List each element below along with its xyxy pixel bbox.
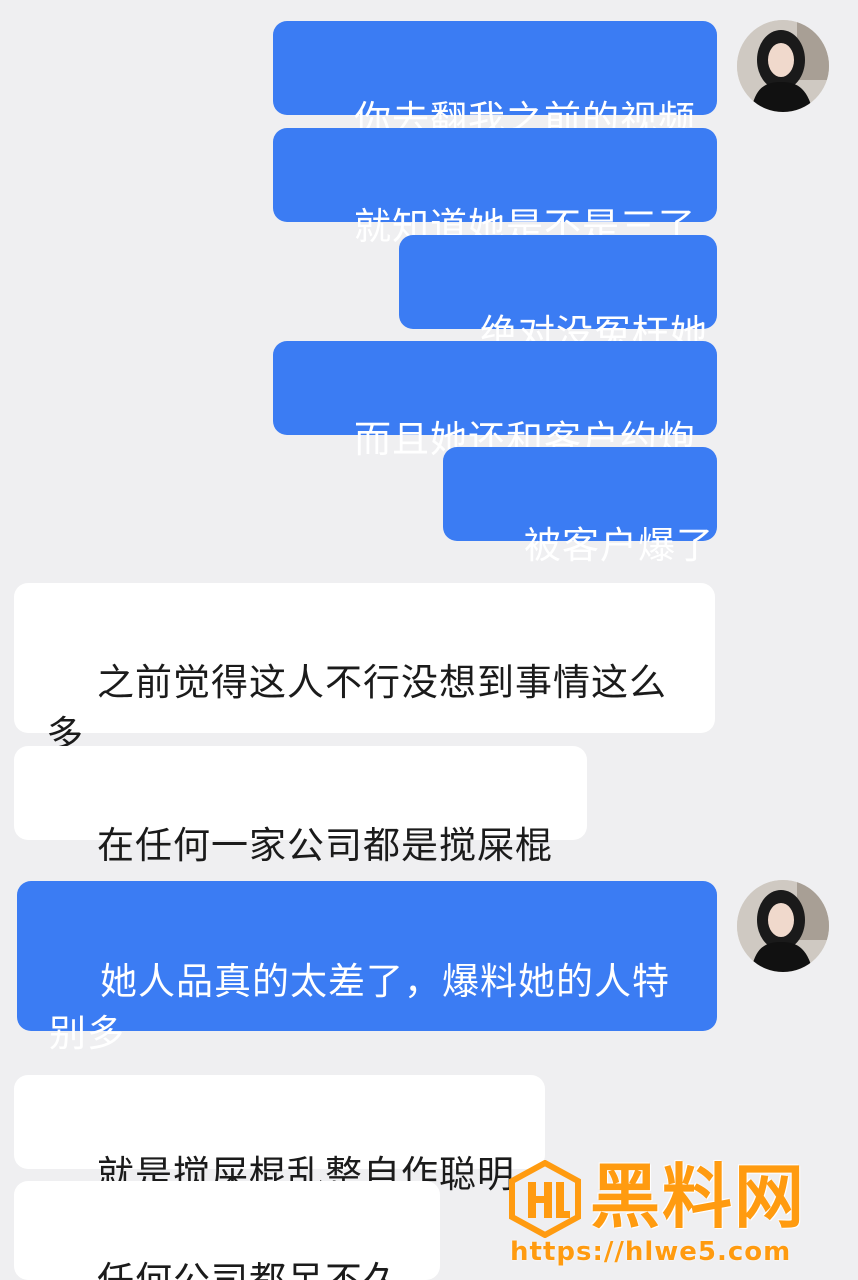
user-avatar-icon[interactable] [737, 20, 829, 112]
watermark-brand: 黑料网 [590, 1156, 806, 1238]
message-text: 任何公司都呆不久、 [97, 1259, 439, 1280]
message-bubble-outgoing[interactable]: 就知道她是不是三了 [273, 128, 717, 248]
hl-logo-icon [506, 1159, 584, 1239]
message-text: 被客户爆了 [524, 524, 715, 567]
message-bubble-incoming[interactable]: 就是搅屎棍乱整自作聪明 [14, 1075, 545, 1196]
message-bubble-incoming[interactable]: 之前觉得这人不行没想到事情这么多 [14, 583, 715, 756]
message-bubble-outgoing[interactable]: 她人品真的太差了，爆料她的人特别多 [17, 881, 717, 1055]
chat-screen: 你去翻我之前的视频 就知道她是不是三了 绝对没冤枉她 而且她还和客户约炮 被客户… [0, 0, 858, 1280]
message-text: 她人品真的太差了，爆料她的人特别多 [49, 960, 671, 1055]
watermark-url: https://hlwe5.com [510, 1237, 792, 1267]
message-bubble-incoming[interactable]: 任何公司都呆不久、 [14, 1181, 440, 1280]
message-text: 在任何一家公司都是搅屎棍 [97, 824, 554, 867]
message-bubble-outgoing[interactable]: 你去翻我之前的视频 [273, 21, 717, 141]
message-bubble-outgoing[interactable]: 绝对没冤枉她 [399, 235, 717, 355]
message-text: 之前觉得这人不行没想到事情这么多 [46, 661, 668, 756]
message-bubble-outgoing[interactable]: 而且她还和客户约炮 [273, 341, 717, 461]
message-bubble-outgoing[interactable]: 被客户爆了 [443, 447, 717, 567]
user-avatar-icon[interactable] [737, 880, 829, 972]
site-watermark: 黑料网 https://hlwe5.com [506, 1152, 846, 1272]
message-bubble-incoming[interactable]: 在任何一家公司都是搅屎棍 [14, 746, 587, 867]
